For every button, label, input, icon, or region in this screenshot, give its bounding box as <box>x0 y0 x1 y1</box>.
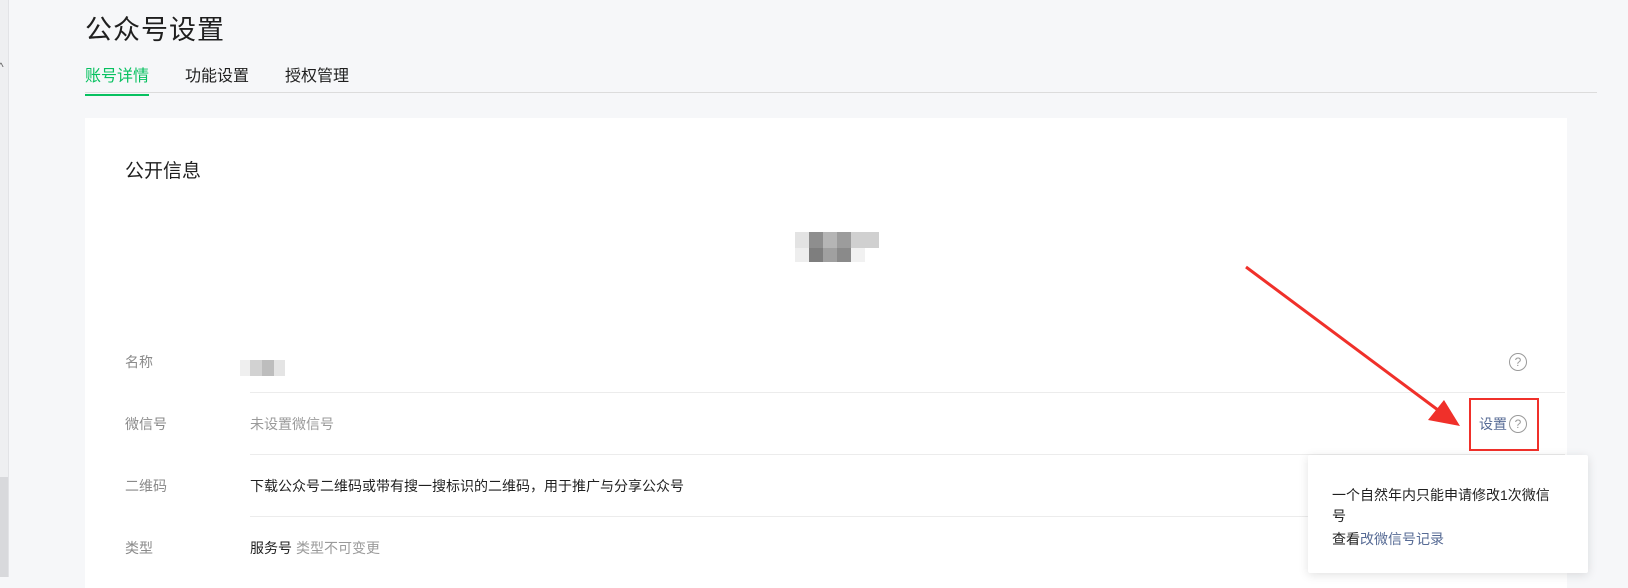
label-name: 名称 <box>125 354 153 370</box>
set-wechat-id-link[interactable]: 设置 <box>1479 414 1507 434</box>
qrcode-description: 下载公众号二维码或带有搜一搜标识的二维码，用于推广与分享公众号 <box>250 478 684 494</box>
label-type: 类型 <box>125 540 153 556</box>
tab-authorization-management[interactable]: 授权管理 <box>285 62 349 94</box>
change-wechat-id-record-link[interactable]: 改微信号记录 <box>1360 531 1444 547</box>
help-circle-icon[interactable]: ? <box>1509 353 1527 371</box>
help-circle-icon[interactable]: ? <box>1509 415 1527 433</box>
wechat-id-tooltip: 一个自然年内只能申请修改1次微信号 查看改微信号记录 <box>1308 455 1588 573</box>
row-wechat-id: 微信号 未设置微信号 设置 ? <box>125 393 1565 455</box>
scrollbar-thumb[interactable] <box>0 477 8 577</box>
tab-feature-settings[interactable]: 功能设置 <box>185 62 249 94</box>
avatar <box>795 222 885 282</box>
page-title: 公众号设置 <box>85 15 225 45</box>
left-scroll-strip[interactable]: ^ <box>0 0 9 577</box>
label-qrcode: 二维码 <box>125 478 167 494</box>
section-title-public-info: 公开信息 <box>125 161 202 182</box>
caret-up-icon[interactable]: ^ <box>0 60 4 74</box>
label-wechat-id: 微信号 <box>125 416 167 432</box>
wechat-id-value: 未设置微信号 <box>250 416 334 432</box>
tab-account-details[interactable]: 账号详情 <box>85 62 150 96</box>
name-value-blurred <box>240 360 285 376</box>
type-name: 服务号 <box>250 540 292 556</box>
tooltip-link-line: 查看改微信号记录 <box>1332 529 1444 549</box>
tab-bar: 账号详情 功能设置 授权管理 <box>85 62 1597 96</box>
type-value: 服务号 类型不可变更 <box>250 538 380 558</box>
row-name: 名称 ? <box>125 331 1565 393</box>
type-note: 类型不可变更 <box>296 540 380 556</box>
tooltip-text: 一个自然年内只能申请修改1次微信号 <box>1332 487 1550 524</box>
tooltip-prefix: 查看 <box>1332 531 1360 547</box>
